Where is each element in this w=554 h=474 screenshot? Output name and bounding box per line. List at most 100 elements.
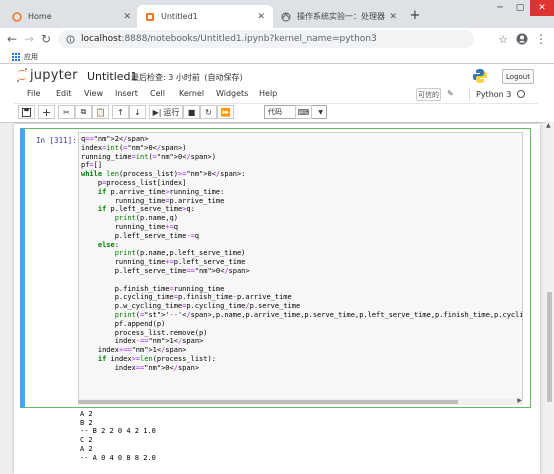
notebook-favicon (146, 12, 154, 21)
window-close-icon[interactable]: ✕ (530, 0, 554, 16)
jupyter-logo-icon (17, 68, 27, 82)
trusted-badge[interactable]: 可信的 (416, 88, 441, 101)
code-line: while len(process_list)>="nm">0</span>: (81, 170, 246, 179)
url-host: localhost (81, 34, 122, 44)
jupyter-favicon (12, 11, 22, 22)
tab-home[interactable]: Home ✕ (4, 5, 139, 28)
window-controls: ─ ▢ ✕ (490, 0, 554, 16)
address-bar-row: ← → ↻ localhost:8888/notebooks/Untitled1… (0, 28, 554, 50)
new-tab-button[interactable]: + (405, 4, 425, 27)
back-arrow-icon[interactable]: ← (4, 31, 20, 47)
code-line: p.cycling_time=p.finish_time-p.arrive_ti… (81, 293, 292, 302)
code-line: print(="st">'--'</span>,p.name,p.arrive_… (114, 310, 522, 319)
code-line: running_time=int(="nm">0</span>) (81, 152, 216, 161)
jupyter-wordmark: jupyter (30, 67, 78, 83)
code-line: index-=="nm">1</span> (81, 337, 204, 346)
code-line: index+=="nm">1</span> (81, 346, 187, 355)
autosave-status: (自动保存) (204, 73, 243, 82)
output-line: -- B 2 2 0 4 2 1.0 (80, 427, 156, 436)
url-input[interactable]: localhost:8888/notebooks/Untitled1.ipynb… (58, 30, 474, 48)
notebook-name[interactable]: Untitled1 (87, 70, 138, 83)
code-line: running_time+=p.left_serve_time (81, 258, 246, 267)
reload-icon[interactable]: ↻ (38, 31, 54, 47)
jupyter-menubar: File Edit View Insert Cell Kernel Widget… (14, 86, 538, 104)
page-vertical-scrollbar[interactable]: ▲ (545, 122, 554, 474)
output-line: A 2 (80, 410, 93, 418)
code-line: p.w_cycling_time=p.cycling_time/p.serve_… (81, 302, 301, 311)
python-logo-icon (473, 69, 487, 83)
menu-kebab-icon[interactable]: ⋮ (533, 31, 549, 47)
copy-icon[interactable]: ⧉ (75, 105, 92, 119)
output-line: B 2 (80, 418, 93, 427)
restart-run-all-icon[interactable]: ⏩ (217, 105, 234, 119)
save-icon[interactable] (18, 105, 35, 119)
insert-cell-icon[interactable]: + (38, 105, 55, 119)
cell-type-value: 代码 (268, 108, 282, 116)
code-line: if p.arrive_time>running_time: (97, 187, 225, 196)
browser-tab-strip: Home ✕ Untitled1 ✕ 操作系统实验一：处理器调度算 ✕ + ─ … (0, 0, 554, 28)
menu-kernel[interactable]: Kernel (179, 89, 204, 98)
output-line: -- A 0 4 0 8 8 2.0 (80, 453, 156, 462)
code-line: print(p.name,q) (114, 214, 178, 223)
code-line: index=="nm">0</span> (81, 363, 200, 372)
scrollbar-thumb[interactable] (78, 400, 458, 404)
code-line: running_time+=q (81, 222, 178, 231)
checkpoint-time: 最后检查: 3 小时前 (131, 73, 200, 82)
tab-os-experiment[interactable]: 操作系统实验一：处理器调度算 ✕ (273, 5, 405, 28)
tab-title: 操作系统实验一：处理器调度算 (297, 12, 385, 21)
interrupt-icon[interactable]: ■ (183, 105, 200, 119)
close-icon[interactable]: ✕ (123, 12, 131, 22)
menu-file[interactable]: File (27, 89, 40, 98)
code-line: index=int(="nm">0</span>) (81, 143, 187, 152)
menu-help[interactable]: Help (259, 89, 277, 98)
restart-icon[interactable]: ↻ (200, 105, 217, 119)
code-editor[interactable]: q=="nm">2</span> index=int(="nm">0</span>… (78, 132, 523, 404)
keyboard-icon[interactable]: ⌨ (295, 105, 312, 119)
scrollbar-thumb[interactable] (547, 292, 552, 402)
editor-horizontal-scrollbar[interactable]: ▶ (78, 397, 523, 405)
tab-title: Home (28, 12, 52, 21)
jupyter-toolbar: + ✂ ⧉ 📋 ↑ ↓ ▶| 运行 ■ ↻ ⏩ 代码 ▼ ⌨ (14, 104, 538, 122)
cell-output: A 2B 2 -- B 2 2 0 4 2 1.0 C 2A 2 -- A 0 4 0… (80, 410, 156, 462)
cell-prompt: In [311]: (36, 136, 77, 145)
scroll-up-icon[interactable]: ▲ (546, 122, 551, 129)
menu-insert[interactable]: Insert (115, 89, 138, 98)
apps-grid-icon (12, 53, 20, 61)
forward-arrow-icon[interactable]: → (21, 31, 37, 47)
pencil-icon[interactable]: ✎ (447, 89, 454, 98)
run-icon: ▶| (152, 107, 162, 117)
bookmark-star-icon[interactable]: ☆ (495, 31, 511, 47)
code-line: q=="nm">2</span> (81, 135, 149, 143)
site-favicon (281, 12, 291, 21)
menu-edit[interactable]: Edit (56, 89, 72, 98)
code-line: if p.left_serve_time>q: (97, 205, 195, 214)
kernel-indicator: Python 3 (469, 87, 541, 101)
maximize-icon[interactable]: ▢ (510, 0, 530, 16)
paste-icon[interactable]: 📋 (92, 105, 109, 119)
jupyter-logo[interactable]: jupyter (16, 67, 78, 83)
code-line: p.left_serve_time=="nm">0</span> (81, 266, 250, 275)
bookmarks-bar: 应用 (0, 50, 554, 64)
scroll-right-icon[interactable]: ▶ (517, 397, 522, 404)
output-line: A 2 (80, 444, 93, 453)
menu-view[interactable]: View (84, 89, 103, 98)
minimize-icon[interactable]: ─ (490, 0, 510, 16)
close-icon[interactable]: ✕ (389, 12, 397, 22)
code-line: p.left_serve_time-=q (81, 231, 200, 240)
bookmark-apps-label: 应用 (24, 53, 38, 61)
bookmark-apps[interactable]: 应用 (12, 52, 38, 62)
output-line: C 2 (80, 436, 93, 445)
move-up-icon[interactable]: ↑ (112, 105, 129, 119)
move-down-icon[interactable]: ↓ (129, 105, 146, 119)
code-line: p.finish_time=running_time (81, 284, 225, 293)
code-text: q=="nm">2</span> index=int(="nm">0</span>… (81, 135, 522, 373)
tab-untitled1[interactable]: Untitled1 ✕ (137, 5, 273, 28)
menu-widgets[interactable]: Widgets (216, 89, 248, 98)
logout-button[interactable]: Logout (502, 69, 534, 84)
cut-icon[interactable]: ✂ (58, 105, 75, 119)
menu-cell[interactable]: Cell (150, 89, 165, 98)
close-icon[interactable]: ✕ (257, 12, 265, 22)
account-icon[interactable] (514, 31, 530, 47)
run-button[interactable]: ▶| 运行 (149, 105, 183, 119)
